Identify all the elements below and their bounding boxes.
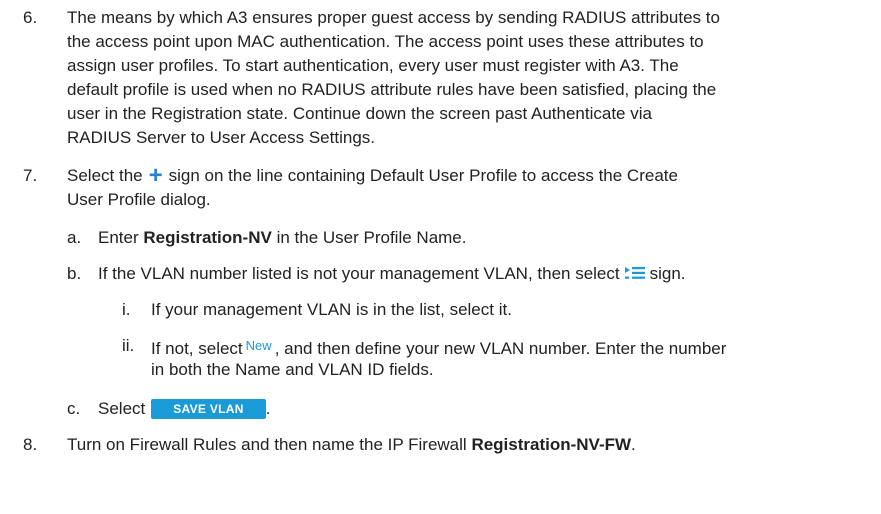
step-6-line-6: RADIUS Server to User Access Settings.	[67, 128, 375, 147]
profile-name-value: Registration-NV	[143, 228, 272, 247]
step-7-line-2: User Profile dialog.	[67, 190, 211, 209]
step-6-line-4: default profile is used when no RADIUS a…	[67, 80, 717, 99]
sub-ii-line-1: If not, select New, and then define your …	[151, 334, 726, 361]
sub-ii-post: , and then define your new VLAN number. …	[274, 339, 727, 358]
step-8-number: 8.	[23, 435, 38, 454]
step-6-line-2: the access point upon MAC authentication…	[67, 32, 704, 51]
sub-c-letter: c.	[67, 399, 81, 418]
sub-ii-numeral: ii.	[122, 336, 135, 355]
sub-i-numeral: i.	[122, 300, 131, 319]
sub-c-pre: Select	[98, 399, 146, 418]
sub-b-letter: b.	[67, 264, 82, 283]
save-vlan-button[interactable]: SAVE VLAN	[151, 399, 266, 419]
step-6-line-5: user in the Registration state. Continue…	[67, 104, 652, 123]
step-7-number: 7.	[23, 166, 38, 185]
sub-b-post: sign.	[649, 264, 686, 283]
firewall-name-value: Registration-NV-FW	[471, 435, 632, 454]
list-select-icon[interactable]	[624, 263, 646, 287]
step-8-line: Turn on Firewall Rules and then name the…	[67, 433, 636, 457]
sub-a-line: Enter Registration-NV in the User Profil…	[98, 226, 466, 250]
step-8-post: .	[631, 435, 636, 454]
step-6-line-1: The means by which A3 ensures proper gue…	[67, 8, 720, 27]
sub-b-line: If the VLAN number listed is not your ma…	[98, 262, 686, 287]
sub-c-line: Select SAVE VLAN.	[98, 397, 270, 421]
step-7-post: sign on the line containing Default User…	[168, 166, 678, 185]
sub-a-post: in the User Profile Name.	[276, 228, 467, 247]
step-6-line-3: assign user profiles. To start authentic…	[67, 56, 679, 75]
new-vlan-link[interactable]: New	[246, 338, 272, 353]
sub-a-pre: Enter	[98, 228, 139, 247]
plus-icon[interactable]: +	[149, 164, 163, 188]
step-8-pre: Turn on Firewall Rules and then name the…	[67, 435, 467, 454]
sub-ii-line-2: in both the Name and VLAN ID fields.	[151, 360, 434, 379]
sub-i-line: If your management VLAN is in the list, …	[151, 300, 512, 319]
sub-b-pre: If the VLAN number listed is not your ma…	[98, 264, 620, 283]
sub-a-letter: a.	[67, 228, 82, 247]
step-7-pre: Select the	[67, 166, 143, 185]
sub-ii-pre: If not, select	[151, 339, 243, 358]
sub-c-post: .	[265, 399, 271, 418]
step-6-number: 6.	[23, 8, 38, 27]
step-7-line-1: Select the + sign on the line containing D…	[67, 164, 678, 188]
